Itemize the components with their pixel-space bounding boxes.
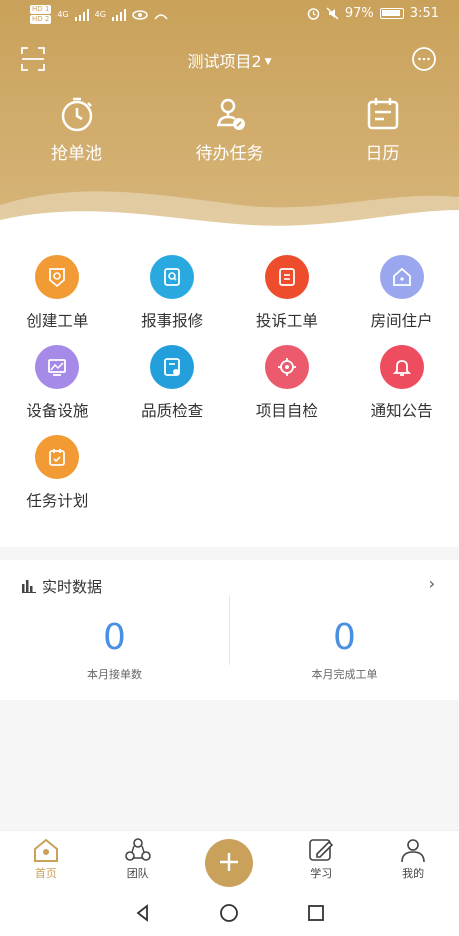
- quick-label: 日历: [365, 144, 400, 164]
- repair-report-icon: [150, 255, 195, 299]
- func-quality-check[interactable]: 品质检查: [115, 345, 230, 421]
- mute-icon: [326, 7, 339, 20]
- realtime-title-text: 实时数据: [42, 578, 103, 596]
- func-label: 项目自检: [255, 402, 318, 420]
- cast-icon: [154, 13, 168, 19]
- home-icon: [33, 838, 58, 862]
- task-plan-icon: [35, 435, 80, 479]
- team-icon: [124, 838, 151, 861]
- signal-label-a: 4G: [57, 10, 69, 19]
- stat-monthly-completed: 0 本月完成工单: [230, 618, 459, 682]
- create-order-icon: [35, 255, 80, 299]
- caret-down-icon: ▼: [264, 57, 272, 67]
- system-nav-bar: [0, 890, 459, 936]
- func-create-order[interactable]: 创建工单: [0, 255, 115, 331]
- message-icon[interactable]: [411, 46, 437, 72]
- home-circle-icon[interactable]: [219, 903, 239, 923]
- realtime-card[interactable]: 实时数据 › 0 本月接单数 0 本月完成工单: [0, 560, 459, 700]
- complaint-icon: [264, 255, 309, 299]
- bar-chart-icon: [22, 580, 36, 593]
- profile-icon: [401, 839, 425, 863]
- target-icon: [264, 345, 309, 389]
- project-name: 测试项目2: [187, 52, 262, 71]
- house-icon: [379, 255, 424, 299]
- calendar-icon: [367, 98, 398, 130]
- tab-add[interactable]: [184, 831, 276, 890]
- func-complaint[interactable]: 投诉工单: [230, 255, 345, 331]
- func-label: 设备设施: [26, 402, 89, 420]
- stat-value: 0: [103, 617, 126, 658]
- back-icon[interactable]: [133, 903, 153, 923]
- quick-todo[interactable]: 待办任务: [153, 95, 306, 164]
- hd-badges: HD 1 HD 2: [30, 5, 52, 24]
- tab-profile[interactable]: 我的: [367, 831, 459, 890]
- hd-badge-2: HD 2: [30, 15, 52, 24]
- project-selector[interactable]: 测试项目2 ▼: [0, 48, 459, 72]
- realtime-title: 实时数据: [22, 576, 102, 597]
- func-notice[interactable]: 通知公告: [344, 345, 459, 421]
- stat-caption: 本月接单数: [87, 668, 142, 681]
- quick-calendar[interactable]: 日历: [306, 95, 459, 164]
- status-right: 97% 3:51: [307, 6, 439, 21]
- signal-icon: [74, 8, 89, 21]
- status-bar: HD 1 HD 2 4G 4G 97% 3:51: [0, 0, 459, 30]
- hd-badge-1: HD 1: [30, 5, 52, 14]
- func-label: 报事报修: [141, 312, 204, 330]
- chevron-right-icon[interactable]: ›: [429, 574, 435, 593]
- battery-percent: 97%: [344, 6, 374, 21]
- func-self-check[interactable]: 项目自检: [230, 345, 345, 421]
- stat-value: 0: [333, 617, 356, 658]
- func-label: 投诉工单: [255, 312, 318, 330]
- study-icon: [309, 839, 334, 861]
- battery-icon: [379, 8, 404, 19]
- function-grid: 创建工单 报事报修 投诉工单 房间住户 设备设施 品质检查 项目自检 通知公告 …: [0, 255, 459, 511]
- func-label: 任务计划: [26, 492, 89, 510]
- func-label: 创建工单: [26, 312, 89, 330]
- header: HD 1 HD 2 4G 4G 97% 3:51 测试项目2 ▼ 抢单池 待办任…: [0, 0, 459, 235]
- alarm-icon: [307, 8, 320, 20]
- stat-caption: 本月完成工单: [311, 668, 378, 681]
- func-house[interactable]: 房间住户: [344, 255, 459, 331]
- eye-icon: [132, 9, 148, 20]
- func-equipment[interactable]: 设备设施: [0, 345, 115, 421]
- bell-icon: [379, 345, 424, 389]
- tab-team[interactable]: 团队: [92, 831, 184, 890]
- signal-label-b: 4G: [94, 10, 106, 19]
- tab-bar: 首页 团队 学习 我的: [0, 830, 459, 890]
- tab-label: 团队: [126, 867, 149, 880]
- equipment-icon: [35, 345, 80, 389]
- stopwatch-icon: [61, 97, 92, 132]
- func-task-plan[interactable]: 任务计划: [0, 435, 115, 511]
- stat-monthly-received: 0 本月接单数: [0, 618, 229, 682]
- task-pen-icon: [216, 98, 245, 130]
- func-label: 房间住户: [370, 312, 433, 330]
- quality-check-icon: [150, 345, 195, 389]
- func-repair-report[interactable]: 报事报修: [115, 255, 230, 331]
- header-wave: [0, 191, 459, 235]
- quick-label: 待办任务: [195, 144, 264, 164]
- tab-label: 学习: [310, 867, 333, 880]
- tab-home[interactable]: 首页: [0, 831, 92, 890]
- recents-icon[interactable]: [306, 903, 326, 923]
- func-label: 品质检查: [141, 402, 204, 420]
- tab-label: 首页: [34, 867, 57, 880]
- status-left: HD 1 HD 2 4G 4G: [30, 5, 168, 24]
- top-bar: 测试项目2 ▼: [0, 40, 459, 80]
- clock: 3:51: [409, 6, 439, 21]
- function-card: 创建工单 报事报修 投诉工单 房间住户 设备设施 品质检查 项目自检 通知公告 …: [0, 235, 459, 547]
- quick-grab-orders[interactable]: 抢单池: [0, 95, 153, 164]
- plus-icon: [205, 839, 254, 887]
- func-label: 通知公告: [370, 402, 433, 420]
- quick-actions: 抢单池 待办任务 日历: [0, 95, 459, 164]
- quick-label: 抢单池: [51, 144, 102, 164]
- tab-study[interactable]: 学习: [275, 831, 367, 890]
- signal-icon-2: [111, 8, 126, 21]
- tab-label: 我的: [402, 867, 425, 880]
